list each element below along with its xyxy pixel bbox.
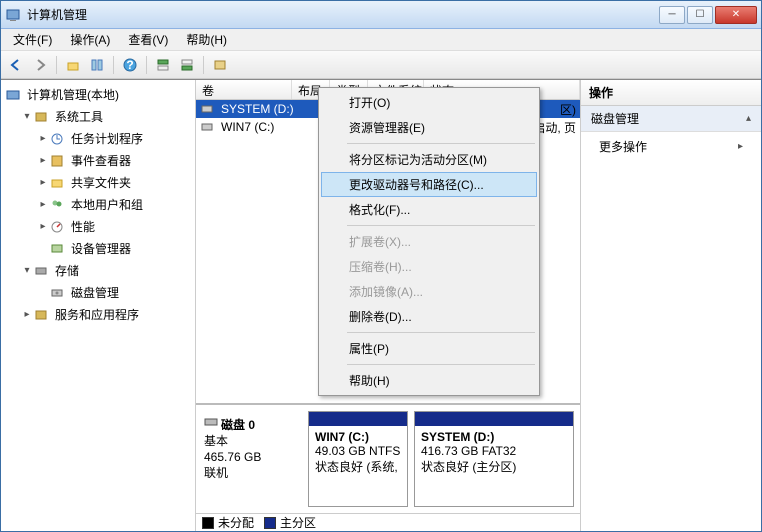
content-area: 计算机管理(本地) ▾系统工具 ▸任务计划程序 ▸事件查看器 ▸共享文件夹 ▸本…	[1, 79, 761, 531]
menu-view[interactable]: 查看(V)	[120, 29, 176, 50]
chevron-right-icon: ▸	[738, 141, 743, 152]
close-button[interactable]: ✕	[715, 6, 757, 24]
tree-task-scheduler[interactable]: ▸任务计划程序	[37, 128, 193, 150]
svg-text:?: ?	[126, 58, 133, 72]
cm-add-mirror: 添加镜像(A)...	[321, 279, 537, 304]
tree-services[interactable]: ▸服务和应用程序	[21, 304, 193, 326]
up-button[interactable]	[62, 54, 84, 76]
tree-root[interactable]: 计算机管理(本地)	[5, 84, 193, 106]
app-icon	[5, 7, 21, 23]
tree-system-tools[interactable]: ▾系统工具	[21, 106, 193, 128]
nav-tree: 计算机管理(本地) ▾系统工具 ▸任务计划程序 ▸事件查看器 ▸共享文件夹 ▸本…	[1, 80, 196, 531]
partition-system-d[interactable]: SYSTEM (D:) 416.73 GB FAT32 状态良好 (主分区)	[414, 411, 574, 507]
cm-extend-volume: 扩展卷(X)...	[321, 229, 537, 254]
main-window: 计算机管理 ─ ☐ ✕ 文件(F) 操作(A) 查看(V) 帮助(H) ? 计算…	[0, 0, 762, 532]
cm-properties[interactable]: 属性(P)	[321, 336, 537, 361]
disk-size: 465.76 GB	[204, 449, 300, 465]
tree-event-viewer[interactable]: ▸事件查看器	[37, 150, 193, 172]
cm-change-drive-letter[interactable]: 更改驱动器号和路径(C)...	[321, 172, 537, 197]
disk-type: 基本	[204, 433, 300, 449]
titlebar: 计算机管理 ─ ☐ ✕	[1, 1, 761, 29]
toolbar: ?	[1, 51, 761, 79]
disk-status: 联机	[204, 465, 300, 481]
col-volume[interactable]: 卷	[196, 80, 292, 99]
help-button[interactable]: ?	[119, 54, 141, 76]
cm-delete-volume[interactable]: 删除卷(D)...	[321, 304, 537, 329]
tree-shared-folders[interactable]: ▸共享文件夹	[37, 172, 193, 194]
menu-action[interactable]: 操作(A)	[62, 29, 118, 50]
cm-help[interactable]: 帮助(H)	[321, 368, 537, 393]
disk-legend: 未分配 主分区	[196, 513, 580, 531]
window-title: 计算机管理	[27, 6, 659, 23]
minimize-button[interactable]: ─	[659, 6, 685, 24]
drive-icon	[200, 120, 214, 134]
actions-pane: 操作 磁盘管理 ▴ 更多操作 ▸	[581, 80, 761, 531]
context-menu: 打开(O) 资源管理器(E) 将分区标记为活动分区(M) 更改驱动器号和路径(C…	[318, 87, 540, 396]
menubar: 文件(F) 操作(A) 查看(V) 帮助(H)	[1, 29, 761, 51]
disk-map: 磁盘 0 基本 465.76 GB 联机 WIN7 (C:) 49.03 GB …	[196, 403, 580, 513]
legend-primary-icon	[264, 517, 276, 529]
collapse-icon: ▴	[746, 113, 751, 124]
maximize-button[interactable]: ☐	[687, 6, 713, 24]
cm-shrink-volume: 压缩卷(H)...	[321, 254, 537, 279]
tree-performance[interactable]: ▸性能	[37, 216, 193, 238]
actions-header: 操作	[581, 80, 761, 106]
main-pane: 卷 布局 类型 文件系统 状态 SYSTEM (D:) 区) WIN7 (C:)	[196, 80, 581, 531]
forward-button[interactable]	[29, 54, 51, 76]
menu-help[interactable]: 帮助(H)	[178, 29, 235, 50]
cm-open[interactable]: 打开(O)	[321, 90, 537, 115]
tree-device-manager[interactable]: 设备管理器	[37, 238, 193, 260]
properties-button[interactable]	[86, 54, 108, 76]
volume-list: 卷 布局 类型 文件系统 状态 SYSTEM (D:) 区) WIN7 (C:)	[196, 80, 580, 403]
back-button[interactable]	[5, 54, 27, 76]
disk-icon	[204, 415, 218, 429]
tree-local-users[interactable]: ▸本地用户和组	[37, 194, 193, 216]
cm-explorer[interactable]: 资源管理器(E)	[321, 115, 537, 140]
disk-info[interactable]: 磁盘 0 基本 465.76 GB 联机	[202, 411, 302, 507]
tree-disk-management[interactable]: 磁盘管理	[37, 282, 193, 304]
menu-file[interactable]: 文件(F)	[5, 29, 60, 50]
view-top-button[interactable]	[152, 54, 174, 76]
actions-section-disk-mgmt[interactable]: 磁盘管理 ▴	[581, 106, 761, 132]
partition-win7-c[interactable]: WIN7 (C:) 49.03 GB NTFS 状态良好 (系统,	[308, 411, 408, 507]
cm-format[interactable]: 格式化(F)...	[321, 197, 537, 222]
drive-icon	[200, 102, 214, 116]
settings-button[interactable]	[209, 54, 231, 76]
tree-storage[interactable]: ▾存储	[21, 260, 193, 282]
view-bottom-button[interactable]	[176, 54, 198, 76]
legend-unallocated-icon	[202, 517, 214, 529]
cm-mark-active[interactable]: 将分区标记为活动分区(M)	[321, 147, 537, 172]
actions-more[interactable]: 更多操作 ▸	[581, 132, 761, 161]
